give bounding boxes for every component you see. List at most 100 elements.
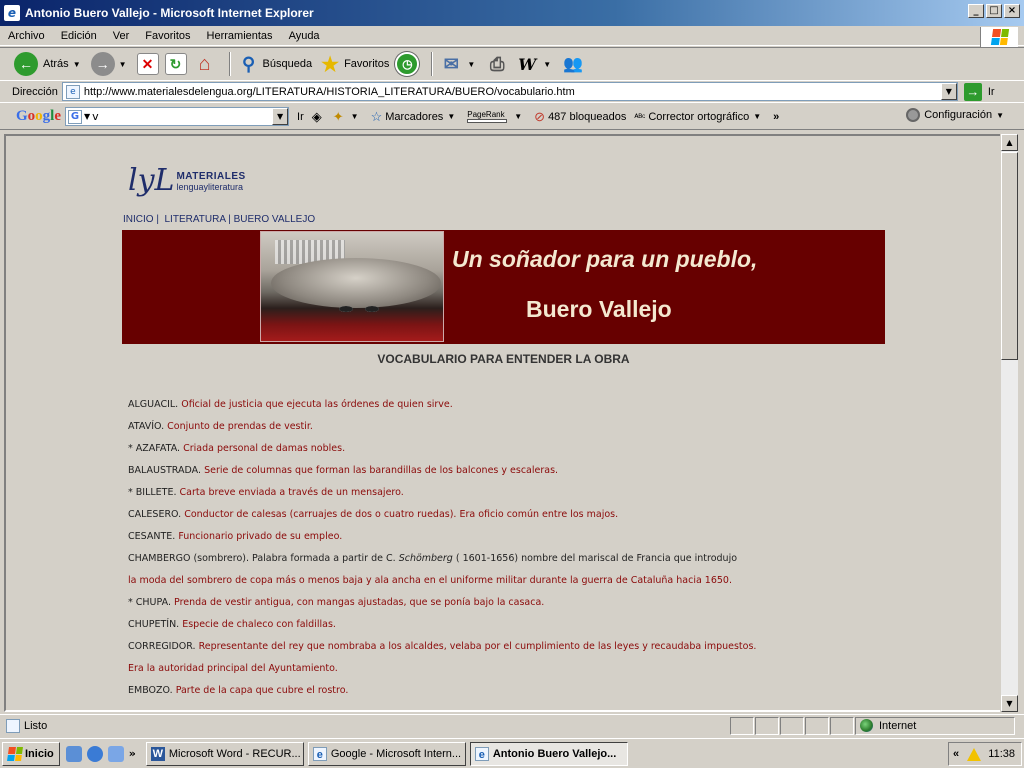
vocab-item: CORREGIDOR. Representante del rey que no… — [128, 641, 757, 652]
status-cell — [730, 716, 754, 735]
mail-button[interactable]: ✉ ▼ — [439, 52, 479, 76]
address-dropdown-icon[interactable]: ▼ — [940, 83, 957, 100]
back-button[interactable]: ← Atrás ▼ — [14, 52, 85, 76]
maximize-button[interactable]: □ — [986, 4, 1002, 18]
close-button[interactable]: × — [1004, 4, 1020, 18]
task-word[interactable]: W Microsoft Word - RECUR... — [145, 741, 304, 766]
address-url[interactable]: http://www.materialesdelengua.org/LITERA… — [84, 86, 575, 98]
breadcrumb-literatura[interactable]: LITERATURA — [165, 214, 226, 225]
zone-label: Internet — [879, 719, 917, 732]
clock[interactable]: 11:38 — [988, 748, 1015, 760]
pagerank-indicator[interactable]: PageRank ▼ — [467, 110, 526, 123]
menu-favoritos[interactable]: Favoritos — [137, 30, 198, 42]
go-button[interactable]: → Ir — [963, 82, 995, 101]
print-button[interactable]: ⎙ — [485, 52, 509, 76]
vocab-item: ATAVÍO. Conjunto de prendas de vestir. — [128, 421, 313, 432]
google-search-input[interactable]: G ▼ v ▼ — [65, 107, 290, 126]
google-puzzle-icon[interactable]: ✦ ▼ — [333, 109, 363, 125]
google-search-dropdown-icon[interactable]: ▼ — [272, 108, 289, 125]
address-label: Dirección — [12, 85, 58, 98]
address-input[interactable]: e http://www.materialesdelengua.org/LITE… — [61, 82, 958, 101]
minimize-button[interactable]: _ — [968, 4, 984, 18]
banner-image — [260, 231, 444, 342]
task-label: Microsoft Word - RECUR... — [168, 747, 301, 760]
messenger-button[interactable]: 👥 — [561, 52, 585, 76]
stop-button[interactable]: ✕ — [136, 53, 159, 75]
google-engine-dropdown-icon[interactable]: ▼ — [84, 112, 90, 121]
menu-archivo[interactable]: Archivo — [0, 30, 53, 42]
favorites-button[interactable]: ★ Favoritos — [318, 52, 389, 76]
scroll-up-button[interactable]: ▲ — [1001, 134, 1018, 151]
refresh-button[interactable]: ↻ — [164, 53, 187, 75]
google-go-button[interactable]: Ir — [297, 111, 304, 123]
menu-ver[interactable]: Ver — [105, 30, 138, 42]
page-viewport[interactable]: lyL MATERIALES lenguayliteratura INICIO … — [4, 134, 1004, 712]
menu-bar: Archivo Edición Ver Favoritos Herramient… — [0, 26, 1024, 47]
vocabulary-list: ALGUACIL. Oficial de justicia que ejecut… — [128, 398, 888, 706]
start-button[interactable]: Inicio — [2, 741, 60, 766]
task-label: Antonio Buero Vallejo... — [492, 747, 617, 760]
scroll-thumb[interactable] — [1001, 152, 1018, 360]
vocab-item: CHAMBERGO (sombrero). Palabra formada a … — [128, 553, 738, 564]
spellcheck-button[interactable]: ᴬᴮᶜ Corrector ortográfico ▼ — [634, 111, 765, 123]
vocab-item: CHUPETÍN. Especie de chaleco con faldill… — [128, 619, 336, 630]
favorites-label: Favoritos — [344, 58, 390, 70]
warning-icon[interactable] — [966, 747, 981, 761]
popup-blocker-button[interactable]: ⊘ 487 bloqueados — [534, 109, 626, 125]
google-search-value[interactable]: v — [92, 110, 99, 123]
print-icon: ⎙ — [490, 53, 505, 74]
vocab-item-continuation: la moda del sombrero de copa más o menos… — [128, 575, 732, 586]
forward-dropdown-icon[interactable]: ▼ — [119, 60, 127, 69]
bookmarks-button[interactable]: ☆ Marcadores ▼ — [371, 109, 460, 125]
vocab-item: ALGUACIL. Oficial de justicia que ejecut… — [128, 399, 453, 410]
menu-herramientas[interactable]: Herramientas — [199, 30, 281, 42]
quick-launch: » — [65, 745, 136, 762]
site-logo[interactable]: lyL MATERIALES lenguayliteratura — [128, 160, 246, 196]
menu-ayuda[interactable]: Ayuda — [281, 30, 328, 42]
vocab-item: CALESERO. Conductor de calesas (carruaje… — [128, 509, 619, 520]
tray-expand-icon[interactable]: « — [953, 748, 959, 760]
vocab-item: EMBOZO. Parte de la capa que cubre el ro… — [128, 685, 349, 696]
messenger-icon: 👥 — [563, 56, 584, 73]
gear-icon — [906, 108, 921, 122]
task-buero-vallejo-ie[interactable]: e Antonio Buero Vallejo... — [469, 741, 628, 766]
google-logo[interactable]: Google — [16, 108, 61, 125]
toolbar-separator — [431, 52, 434, 76]
vocab-item-continuation: Era la autoridad principal del Ayuntamie… — [128, 663, 338, 674]
settings-label: Configuración — [924, 109, 993, 121]
menu-edicion[interactable]: Edición — [53, 30, 105, 42]
search-button[interactable]: ⚲ Búsqueda — [237, 52, 312, 76]
page-status-icon — [6, 718, 20, 733]
google-toolbar: Google G ▼ v ▼ Ir ◈ ✦ ▼ ☆ Marcadores ▼ Page… — [0, 104, 1024, 130]
site-logo-mark: lyL — [128, 163, 175, 198]
google-news-icon[interactable]: ◈ — [312, 109, 325, 125]
google-g-icon: G — [68, 109, 83, 124]
desktop-icon[interactable] — [107, 745, 124, 762]
system-tray: « 11:38 — [948, 742, 1022, 766]
mail-icon: ✉ — [443, 53, 459, 74]
scroll-down-button[interactable]: ▼ — [1001, 695, 1018, 712]
quick-launch-more-icon[interactable]: » — [129, 747, 136, 760]
status-cell — [780, 716, 804, 735]
edit-dropdown-icon[interactable]: ▼ — [543, 60, 551, 69]
more-chevron-icon[interactable]: » — [773, 111, 779, 123]
vocab-item: * AZAFATA. Criada personal de damas nobl… — [128, 443, 346, 454]
home-button[interactable]: ⌂ — [193, 52, 217, 76]
status-bar: Listo Internet — [0, 714, 1024, 736]
edit-button[interactable]: W ▼ — [515, 52, 555, 76]
breadcrumb-inicio[interactable]: INICIO — [123, 214, 154, 225]
outlook-icon[interactable] — [65, 745, 82, 762]
vertical-scrollbar[interactable]: ▲ ▼ — [1000, 134, 1018, 712]
settings-button[interactable]: Configuración ▼ — [906, 108, 1008, 122]
task-google-ie[interactable]: e Google - Microsoft Intern... — [307, 741, 466, 766]
security-zone[interactable]: Internet — [855, 716, 1015, 735]
history-button[interactable]: ◷ — [395, 52, 420, 76]
search-icon: ⚲ — [241, 53, 256, 74]
site-logo-subtitle: lenguayliteratura — [176, 182, 244, 192]
breadcrumb-buero-vallejo[interactable]: BUERO VALLEJO — [234, 214, 316, 225]
mail-dropdown-icon[interactable]: ▼ — [467, 60, 475, 69]
forward-button[interactable]: → ▼ — [90, 52, 131, 76]
ie-quick-icon[interactable] — [86, 745, 103, 762]
favorites-icon: ★ — [321, 53, 340, 76]
back-dropdown-icon[interactable]: ▼ — [73, 60, 81, 69]
